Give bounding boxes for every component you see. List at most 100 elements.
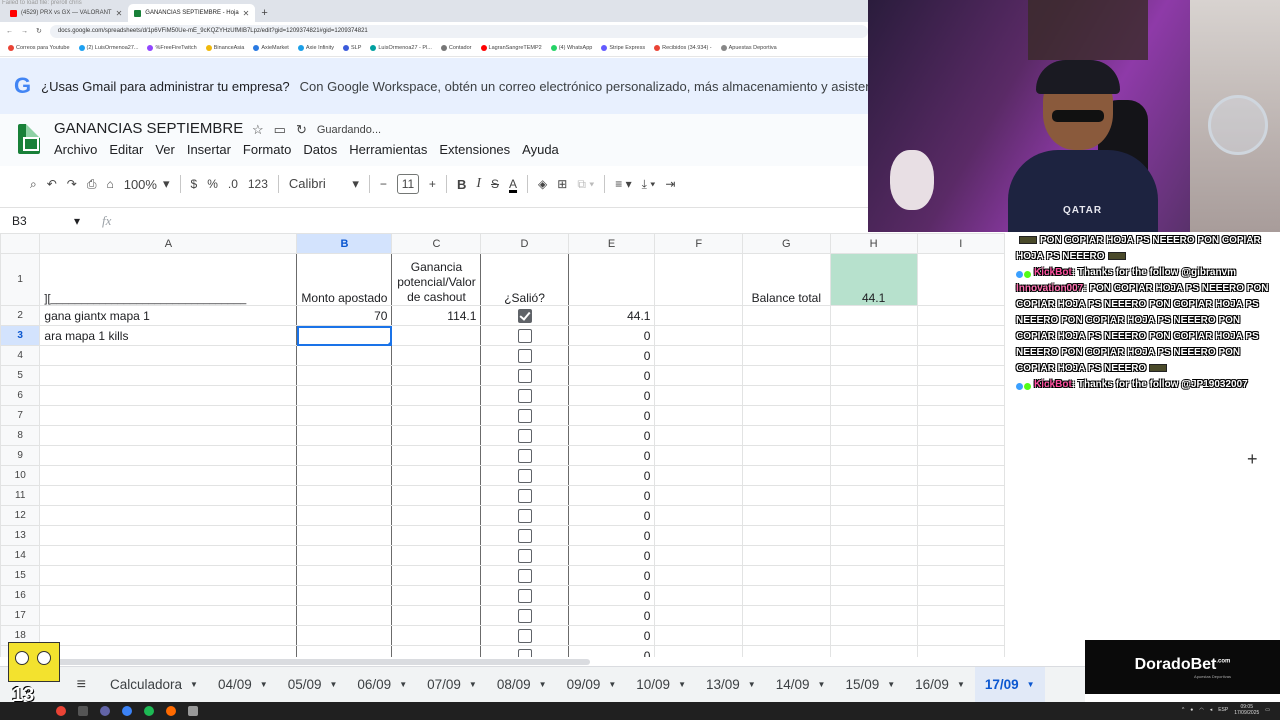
cell-d[interactable] (480, 445, 569, 466)
salio-checkbox[interactable] (517, 388, 532, 403)
cell-f[interactable] (654, 545, 743, 566)
strikethrough-button[interactable]: S (491, 177, 499, 191)
bookmark-item[interactable]: Stripe Express (601, 45, 645, 51)
cell-a[interactable] (39, 545, 298, 566)
cell-f[interactable] (654, 505, 743, 526)
cell-g[interactable] (741, 505, 831, 526)
text-wrap-icon[interactable]: ⇥ (665, 177, 675, 191)
cell-g[interactable] (741, 625, 831, 646)
wifi-icon[interactable]: ◠ (1199, 707, 1203, 713)
cell-g[interactable] (741, 305, 831, 326)
cell-c[interactable] (391, 645, 482, 657)
cell-e[interactable]: 0 (567, 445, 656, 466)
salio-checkbox[interactable] (517, 368, 532, 383)
cell-i[interactable] (916, 565, 1005, 586)
cell-i[interactable] (916, 625, 1005, 646)
bookmark-item[interactable]: Contador (440, 45, 472, 51)
cell-d[interactable] (480, 565, 569, 586)
cell-i[interactable] (916, 485, 1005, 506)
cell-i[interactable] (916, 605, 1005, 626)
cell-c[interactable] (391, 325, 482, 346)
cell-g[interactable] (741, 485, 831, 506)
cell-c[interactable] (391, 625, 482, 646)
menu-datos[interactable]: Datos (303, 142, 337, 157)
back-icon[interactable]: ← (6, 28, 13, 35)
chevron-down-icon[interactable]: ▼ (887, 680, 895, 689)
cell-i[interactable] (916, 425, 1005, 446)
cell-c[interactable] (391, 525, 482, 546)
row-header[interactable]: 4 (0, 345, 41, 366)
cell-e[interactable]: 0 (567, 645, 656, 657)
undo-icon[interactable]: ↶ (47, 177, 57, 191)
increase-font-size-button[interactable]: + (429, 177, 436, 191)
print-icon[interactable]: ⎙ (87, 177, 97, 192)
cell-g1[interactable]: Balance total (741, 253, 831, 306)
cell-c[interactable] (391, 545, 482, 566)
cell-b[interactable] (296, 625, 393, 646)
name-box[interactable]: B3 ▾ (0, 214, 86, 228)
cell-d[interactable] (480, 405, 569, 426)
cell-e[interactable]: 0 (567, 405, 656, 426)
sheet-tab[interactable]: 13/09 ▼ (696, 667, 766, 703)
cell-f1[interactable] (654, 253, 743, 306)
cell-h1[interactable]: 44.1 (829, 253, 918, 306)
cell-b[interactable] (296, 505, 393, 526)
cell-h[interactable] (829, 545, 918, 566)
cell-f[interactable] (654, 325, 743, 346)
cell-f[interactable] (654, 525, 743, 546)
cell-e[interactable]: 0 (567, 625, 656, 646)
row-header[interactable]: 7 (0, 405, 41, 426)
cell-g[interactable] (741, 365, 831, 386)
cell-d[interactable] (480, 465, 569, 486)
cell-d1[interactable]: ¿Salió? (480, 253, 569, 306)
cell-c[interactable] (391, 485, 482, 506)
cell-c[interactable] (391, 405, 482, 426)
browser-tab-sheets[interactable]: GANANCIAS SEPTIEMBRE - Hoja ✕ (128, 4, 256, 22)
bookmark-item[interactable]: %FreeFireTwitch (147, 45, 197, 51)
text-color-button[interactable]: A (509, 177, 517, 191)
banner-description[interactable]: Con Google Workspace, obtén un correo el… (300, 79, 868, 94)
row-header[interactable]: 15 (0, 565, 41, 586)
chevron-down-icon[interactable]: ▼ (329, 680, 337, 689)
menu-ver[interactable]: Ver (155, 142, 175, 157)
row-header[interactable]: 10 (0, 465, 41, 486)
cell-i1[interactable] (916, 253, 1005, 306)
chevron-down-icon[interactable]: ▼ (469, 680, 477, 689)
cell-b[interactable] (296, 485, 393, 506)
cell-g[interactable] (741, 465, 831, 486)
cell-c1[interactable]: Ganancia potencial/Valor de cashout (391, 253, 482, 306)
cell-h[interactable] (829, 605, 918, 626)
row-header[interactable]: 9 (0, 445, 41, 466)
cell-b[interactable] (296, 385, 393, 406)
column-header-f[interactable]: F (654, 233, 743, 254)
bookmark-item[interactable]: SLP (342, 45, 361, 51)
cell-g[interactable] (741, 325, 831, 346)
cell-a[interactable] (39, 605, 298, 626)
cell-g[interactable] (741, 425, 831, 446)
cell-c[interactable] (391, 425, 482, 446)
cell-g[interactable] (741, 565, 831, 586)
cell-e[interactable]: 0 (567, 485, 656, 506)
font-select[interactable]: Calibri ▾ (289, 176, 359, 192)
cell-e[interactable]: 0 (567, 385, 656, 406)
cell-a[interactable] (39, 425, 298, 446)
cell-h[interactable] (829, 625, 918, 646)
cell-h[interactable] (829, 385, 918, 406)
cell-i[interactable] (916, 325, 1005, 346)
cell-g[interactable] (741, 345, 831, 366)
cell-b[interactable] (296, 545, 393, 566)
cell-e1[interactable] (567, 253, 656, 306)
corner-cell[interactable] (0, 233, 41, 254)
column-header-i[interactable]: I (916, 233, 1005, 254)
sheet-tab[interactable]: 17/09 ▼ (974, 666, 1045, 703)
cell-a[interactable] (39, 585, 298, 606)
cell-f[interactable] (654, 565, 743, 586)
cell-a[interactable]: ara mapa 1 kills (39, 325, 298, 346)
cell-b[interactable] (296, 645, 393, 657)
menu-editar[interactable]: Editar (109, 142, 143, 157)
chevron-down-icon[interactable]: ▼ (539, 680, 547, 689)
cell-c[interactable] (391, 605, 482, 626)
sheet-tab[interactable]: 09/09 ▼ (557, 667, 627, 703)
cell-a[interactable] (39, 645, 298, 657)
column-header-g[interactable]: G (741, 233, 831, 254)
